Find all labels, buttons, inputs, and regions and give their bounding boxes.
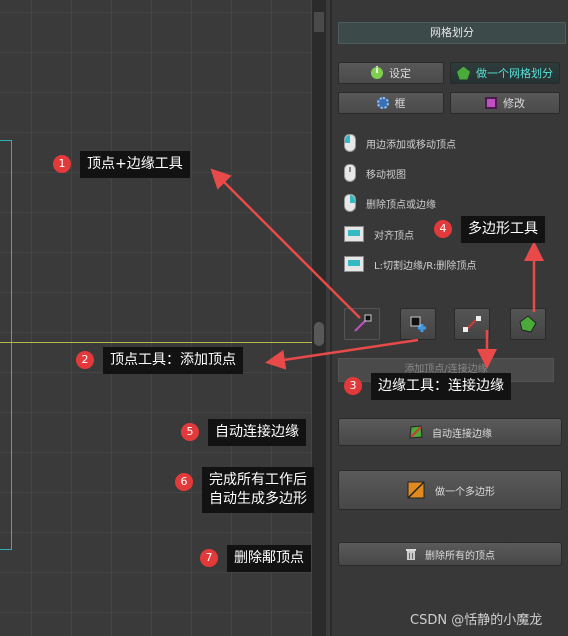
annotation-vertex-edge-tool: 顶点+边缘工具 xyxy=(80,151,190,178)
watermark: CSDN @恬静的小魔龙 xyxy=(410,613,543,628)
annotation-delete-vertices: 删除鄅顶点 xyxy=(227,545,311,572)
annotation-make-polygon: 完成所有工作后 自动生成多边形 xyxy=(202,467,314,513)
annotation-arrows xyxy=(210,168,544,370)
annotation-badge: 2 xyxy=(76,351,94,369)
annotation-badge: 4 xyxy=(434,220,452,238)
annotation-vertex-tool: 顶点工具：添加顶点 xyxy=(103,347,243,374)
annotation-polygon-tool: 多边形工具 xyxy=(461,216,545,243)
annotation-edge-tool: 边缘工具：连接边缘 xyxy=(371,373,511,400)
annotation-badge: 1 xyxy=(53,155,71,173)
annotation-line: 完成所有工作后 xyxy=(209,472,307,488)
annotation-badge: 5 xyxy=(181,423,199,441)
annotation-line: 自动生成多边形 xyxy=(209,491,307,507)
annotation-auto-connect: 自动连接边缘 xyxy=(208,419,306,446)
annotation-badge: 7 xyxy=(200,549,218,567)
annotation-badge: 3 xyxy=(344,377,362,395)
annotation-badge: 6 xyxy=(175,473,193,491)
